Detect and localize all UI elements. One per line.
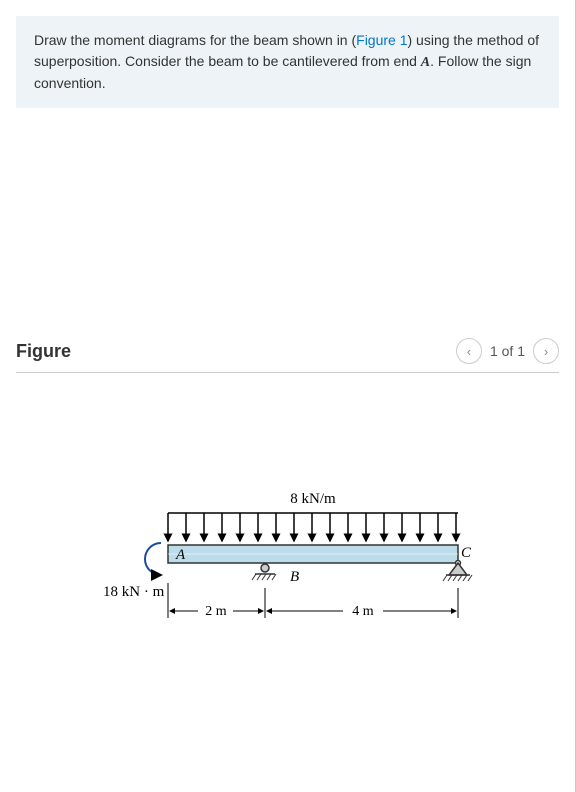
point-A-label: A — [175, 547, 186, 563]
chevron-right-icon: › — [544, 344, 548, 359]
figure-pager: ‹ 1 of 1 › — [456, 338, 559, 364]
prev-figure-button[interactable]: ‹ — [456, 338, 482, 364]
figure-header: Figure ‹ 1 of 1 › — [16, 338, 559, 373]
problem-text: Draw the moment diagrams for the beam sh… — [34, 32, 356, 48]
figure-reference-link[interactable]: Figure 1 — [356, 32, 407, 48]
point-B-label: B — [290, 569, 299, 585]
beam-svg: 8 kN/m A 18 kN · m B — [98, 473, 478, 653]
math-variable-A: A — [421, 55, 430, 70]
dimension-2m: 2 m — [205, 604, 227, 619]
distributed-load-label: 8 kN/m — [290, 491, 336, 507]
beam-diagram: 8 kN/m A 18 kN · m B — [16, 473, 559, 733]
chevron-left-icon: ‹ — [467, 344, 471, 359]
moment-label: 18 kN · m — [103, 584, 165, 600]
figure-title: Figure — [16, 341, 71, 362]
point-C-label: C — [461, 545, 472, 561]
next-figure-button[interactable]: › — [533, 338, 559, 364]
dimension-4m: 4 m — [352, 604, 374, 619]
problem-statement: Draw the moment diagrams for the beam sh… — [16, 16, 559, 108]
pager-count: 1 of 1 — [490, 343, 525, 359]
